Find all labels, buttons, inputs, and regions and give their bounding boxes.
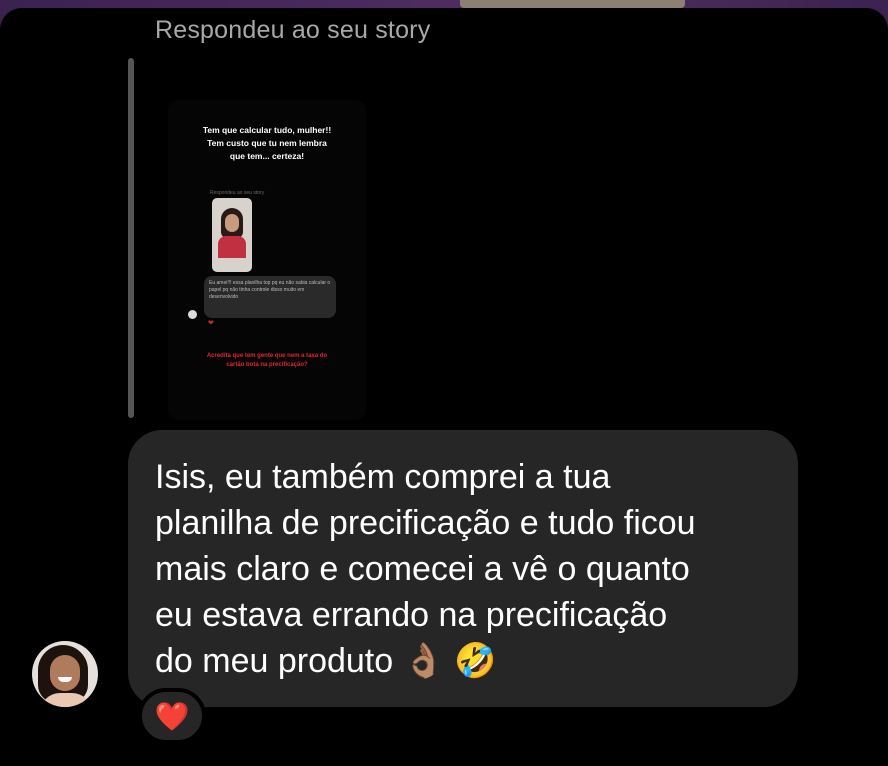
top-thumbnail-edge	[460, 0, 685, 8]
story-avatar	[188, 310, 197, 319]
heart-reaction[interactable]: ❤️	[138, 688, 206, 744]
message-line: planilha de precificação e tudo ficou	[155, 504, 696, 542]
message-bubble[interactable]: Isis, eu também comprei a tua planilha d…	[128, 430, 798, 707]
story-thumbnail-image	[212, 198, 252, 272]
red-heart-icon: ❤️	[154, 701, 190, 732]
thumbnail-shirt	[218, 236, 246, 258]
story-message-bubble: Eu amei!!! essa planilha top pq eu não s…	[204, 276, 336, 318]
story-inner-reply-label: Respondeu ao seu story	[210, 190, 265, 196]
story-caption-line: cartão bota na precificação?	[226, 362, 308, 368]
message-text: Isis, eu também comprei a tua planilha d…	[155, 454, 785, 684]
message-line: do meu produto 👌🏽 🤣	[155, 642, 497, 680]
story-title-line: Tem custo que tu nem lembra	[207, 138, 327, 148]
story-title-line: Tem que calcular tudo, mulher!!	[202, 125, 332, 135]
message-line: eu estava errando na precificação	[155, 596, 668, 634]
story-preview[interactable]: Tem que calcular tudo, mulher!! Tem cust…	[168, 100, 366, 420]
sender-avatar[interactable]	[32, 641, 98, 707]
quote-bar	[128, 58, 134, 418]
message-line: mais claro e comecei a vê o quanto	[155, 550, 690, 588]
story-reply-label: Respondeu ao seu story	[155, 16, 431, 44]
thumbnail-face	[225, 214, 239, 232]
story-title: Tem que calcular tudo, mulher!! Tem cust…	[168, 124, 366, 163]
story-title-line: que tem... certeza!	[229, 151, 305, 161]
avatar-face	[50, 655, 80, 691]
story-caption: Acredita que tem gente que nem a taxa do…	[168, 352, 366, 370]
message-line: Isis, eu também comprei a tua	[155, 458, 611, 496]
story-heart-icon: ❤	[208, 320, 214, 327]
story-caption-line: Acredita que tem gente que nem a taxa do	[206, 353, 328, 359]
